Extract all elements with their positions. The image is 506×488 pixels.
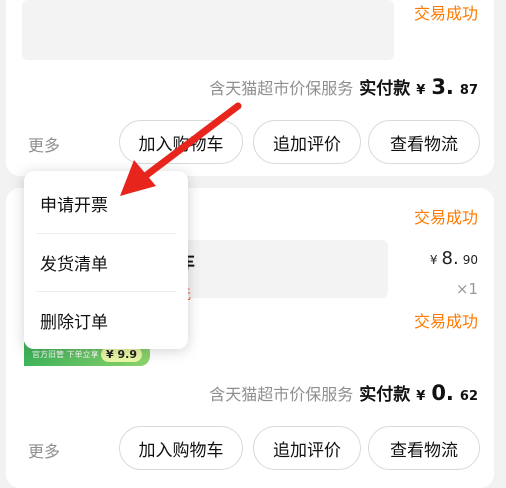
annotation-arrow-icon [120,102,242,196]
